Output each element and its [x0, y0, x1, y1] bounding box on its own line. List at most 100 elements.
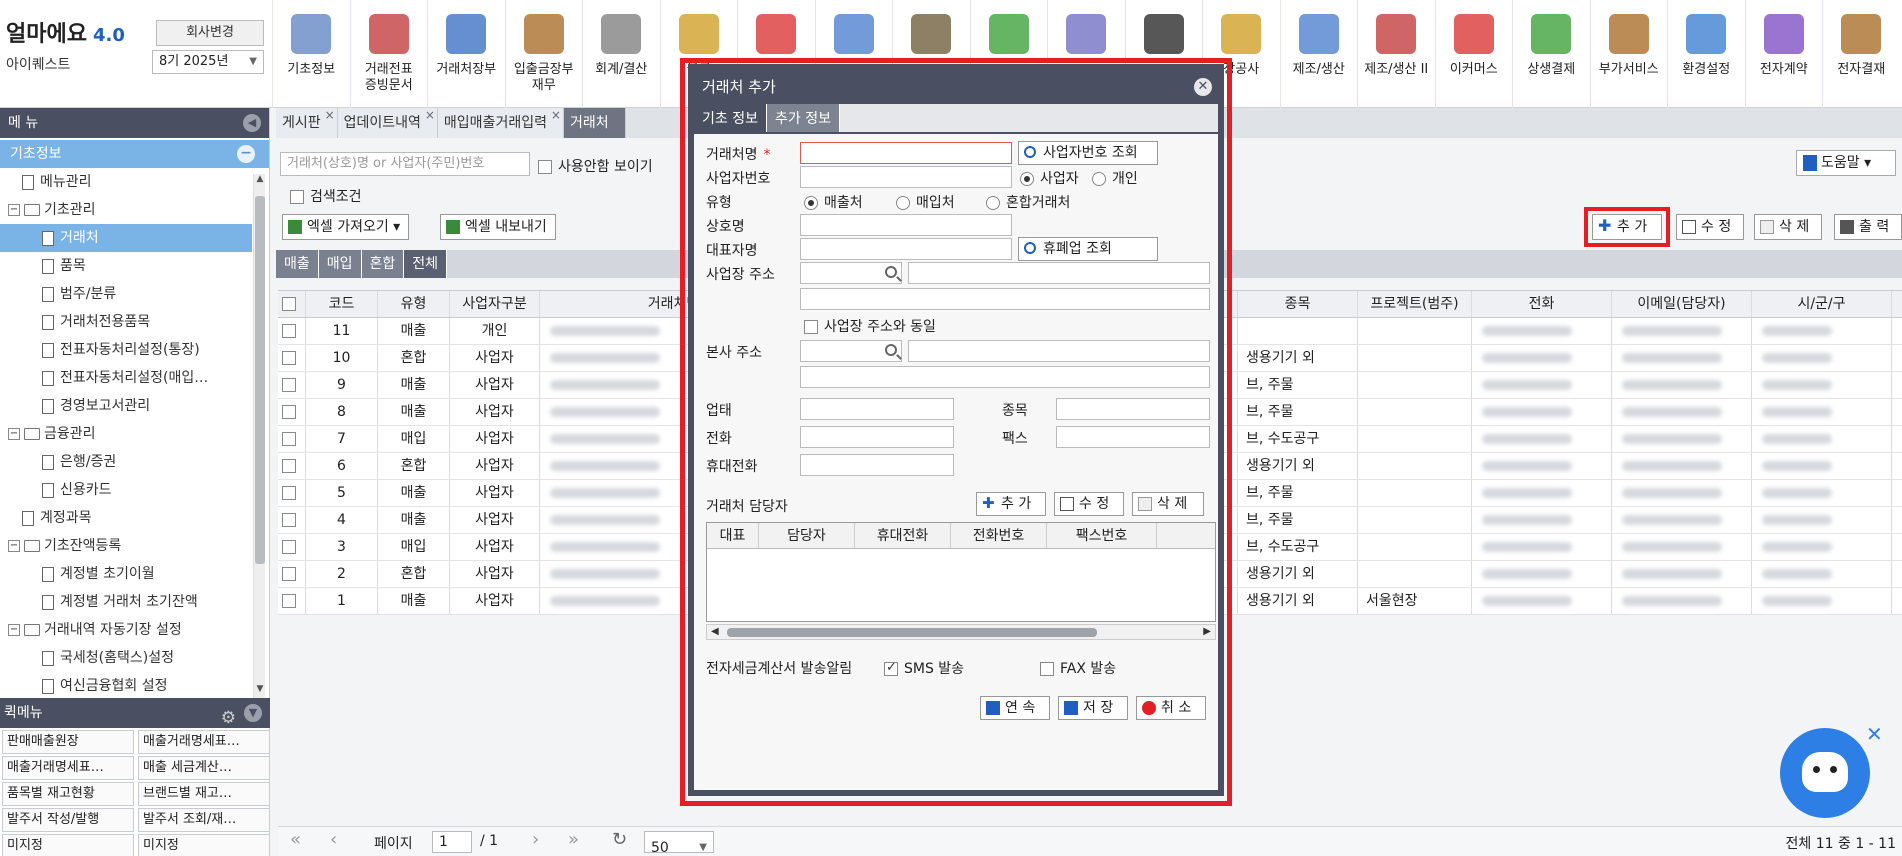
search-input[interactable]: 거래처(상호)명 or 사업자(주민)번호: [280, 152, 530, 176]
collapse-toggle-icon[interactable]: −: [8, 540, 20, 552]
filter-tab[interactable]: 매입: [318, 250, 362, 278]
first-page-icon[interactable]: «: [290, 829, 301, 850]
column-header[interactable]: 이메일(담당자): [1612, 291, 1752, 317]
tab-1[interactable]: 업데이트내역 ×: [337, 108, 438, 138]
chatbot-button[interactable]: [1780, 728, 1870, 818]
contact-column-header[interactable]: 팩스번호: [1047, 523, 1157, 548]
quick-menu-item[interactable]: 발주서 조회/재…: [138, 808, 270, 832]
modal-tab[interactable]: 기초 정보: [694, 104, 767, 132]
page-input[interactable]: 1: [432, 831, 472, 853]
filter-tab[interactable]: 매출: [276, 250, 319, 278]
module-4[interactable]: 회계/결산: [582, 0, 660, 108]
module-20[interactable]: 전자결재: [1822, 0, 1900, 108]
collapse-menu-icon[interactable]: ◀: [243, 114, 261, 132]
row-checkbox[interactable]: [281, 486, 296, 500]
scroll-thumb[interactable]: [255, 196, 265, 564]
phone-input[interactable]: [800, 426, 954, 448]
biz-item-input[interactable]: [1056, 398, 1210, 420]
quick-menu-item[interactable]: 매출 세금계산…: [138, 756, 270, 780]
chevron-down-icon[interactable]: ▼: [244, 704, 262, 722]
contact-delete-button[interactable]: 삭 제: [1132, 492, 1204, 516]
biz-addr-input[interactable]: [908, 262, 1210, 284]
module-19[interactable]: 전자계약: [1744, 0, 1823, 108]
menu-scrollbar[interactable]: ▲ ▼: [253, 174, 265, 698]
mobile-input[interactable]: [800, 454, 954, 476]
row-checkbox[interactable]: [281, 378, 296, 392]
column-header[interactable]: 종목: [1238, 291, 1358, 317]
row-checkbox[interactable]: [281, 540, 296, 554]
select-all-checkbox[interactable]: [281, 297, 296, 311]
biz-addr-detail-input[interactable]: [800, 288, 1210, 310]
menu-item[interactable]: 은행/증권: [0, 448, 252, 476]
fax-send-checkbox[interactable]: FAX 발송: [1040, 658, 1116, 678]
sms-checkbox[interactable]: SMS 발송: [884, 658, 964, 678]
radio-purchase[interactable]: 매입처: [896, 192, 955, 212]
quick-menu-item[interactable]: 매출거래명세표…: [2, 756, 134, 780]
biz-number-input[interactable]: [800, 166, 1012, 188]
collapse-toggle-icon[interactable]: −: [8, 428, 20, 440]
last-page-icon[interactable]: »: [568, 829, 579, 850]
contact-table-scrollbar[interactable]: ◀ ▶: [706, 624, 1216, 640]
row-checkbox[interactable]: [281, 324, 296, 338]
contact-add-button[interactable]: ✚ 추 가: [976, 492, 1046, 516]
column-header[interactable]: 코드: [306, 291, 378, 317]
close-icon[interactable]: ×: [325, 100, 335, 130]
module-15[interactable]: 이커머스: [1434, 0, 1513, 108]
module-3[interactable]: 입출금장부 재무: [504, 0, 583, 108]
close-icon[interactable]: ✕: [1866, 722, 1883, 746]
checkbox-icon[interactable]: [290, 190, 304, 204]
column-header[interactable]: 시/군/구: [1752, 291, 1892, 317]
collapse-toggle-icon[interactable]: −: [8, 624, 20, 636]
radio-business[interactable]: 사업자: [1020, 168, 1079, 188]
filter-tab[interactable]: 혼합: [361, 250, 405, 278]
help-button[interactable]: 도움말 ▾: [1796, 150, 1896, 176]
minus-icon[interactable]: −: [237, 145, 255, 163]
row-checkbox[interactable]: [281, 567, 296, 581]
tab-2[interactable]: 매입매출거래입력 ×: [437, 108, 564, 138]
row-checkbox[interactable]: [281, 405, 296, 419]
radio-individual[interactable]: 개인: [1092, 168, 1138, 188]
tree-root-basic-info[interactable]: 기초정보 −: [0, 140, 269, 168]
column-header[interactable]: 전화: [1472, 291, 1612, 317]
module-14[interactable]: 제조/생산 II: [1357, 0, 1435, 108]
gear-icon[interactable]: ⚙: [221, 703, 236, 733]
period-select[interactable]: 8기 2025년 ▼: [152, 50, 264, 74]
closure-lookup-button[interactable]: 휴폐업 조회: [1018, 237, 1158, 261]
menu-item[interactable]: 신용카드: [0, 476, 252, 504]
contact-column-header[interactable]: 담당자: [759, 523, 855, 548]
biz-type-input[interactable]: [800, 398, 954, 420]
menu-item[interactable]: − 금융관리: [0, 420, 252, 448]
tab-3[interactable]: 거래처: [563, 108, 626, 138]
next-page-icon[interactable]: ›: [532, 829, 539, 850]
contact-column-header[interactable]: 대표: [707, 523, 759, 548]
add-button[interactable]: ✚ 추 가: [1592, 214, 1662, 240]
module-13[interactable]: 제조/생산: [1279, 0, 1358, 108]
module-17[interactable]: 부가서비스: [1589, 0, 1668, 108]
menu-item[interactable]: 계정별 초기이월: [0, 560, 252, 588]
search-icon[interactable]: [885, 266, 897, 278]
collapse-toggle-icon[interactable]: −: [8, 204, 20, 216]
edit-button[interactable]: 수 정: [1676, 214, 1744, 240]
menu-item[interactable]: 전표자동처리설정(통장): [0, 336, 252, 364]
refresh-icon[interactable]: ↻: [612, 829, 627, 850]
biz-zip-input[interactable]: [800, 262, 902, 284]
page-size-select[interactable]: 50 ▼: [644, 831, 714, 856]
print-button[interactable]: 출 력: [1834, 214, 1902, 240]
module-0[interactable]: 기초정보: [272, 0, 350, 108]
ceo-input[interactable]: [800, 238, 1012, 260]
scroll-left-icon[interactable]: ◀: [711, 625, 719, 639]
search-icon[interactable]: [885, 344, 897, 356]
menu-item[interactable]: 범주/분류: [0, 280, 252, 308]
menu-item[interactable]: − 기초잔액등록: [0, 532, 252, 560]
client-name-input[interactable]: [800, 142, 1012, 164]
contact-column-header[interactable]: 전화번호: [951, 523, 1047, 548]
contact-column-header[interactable]: 휴대전화: [855, 523, 951, 548]
filter-tab[interactable]: 전체: [404, 250, 448, 278]
column-header[interactable]: [278, 291, 306, 317]
row-checkbox[interactable]: [281, 513, 296, 527]
scroll-up-icon[interactable]: ▲: [254, 174, 266, 188]
scroll-down-icon[interactable]: ▼: [254, 684, 266, 698]
quick-menu-item[interactable]: 품목별 재고현황: [2, 782, 134, 806]
row-checkbox[interactable]: [281, 351, 296, 365]
menu-item[interactable]: − 거래내역 자동기장 설정: [0, 616, 252, 644]
